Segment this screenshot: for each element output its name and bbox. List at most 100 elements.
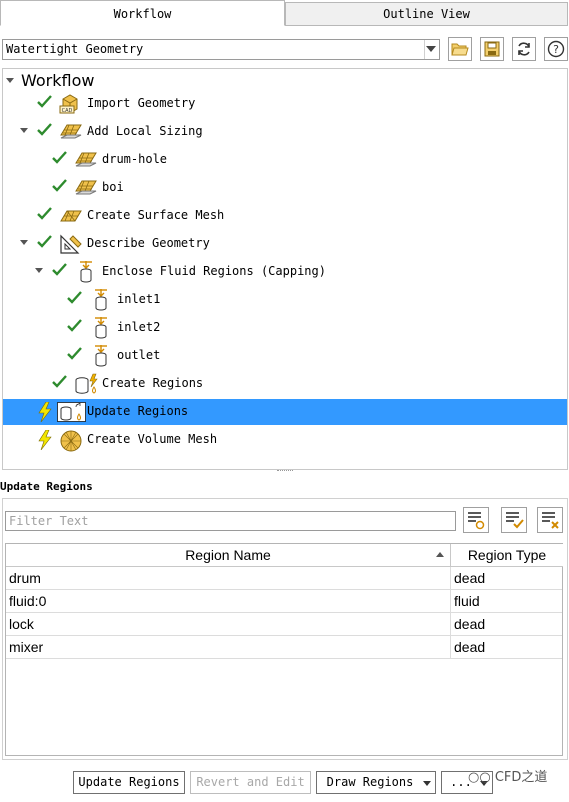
- filter-input[interactable]: Filter Text: [5, 511, 456, 531]
- watermark: ○○ CFD之道: [468, 766, 547, 785]
- tree-item-label: Create Surface Mesh: [87, 208, 225, 222]
- local-sizing-icon: [75, 152, 97, 167]
- workflow-type-value: Watertight Geometry: [6, 42, 144, 56]
- chevron-down-icon: [426, 46, 436, 52]
- sort-ascending-icon: [436, 552, 444, 557]
- local-sizing-icon: [75, 180, 97, 195]
- refresh-button[interactable]: [512, 37, 536, 61]
- tree-item-enclose-fluid-regions[interactable]: Enclose Fluid Regions (Capping): [3, 259, 567, 285]
- draw-regions-label: Draw Regions: [326, 775, 414, 789]
- refresh-icon: [518, 42, 530, 56]
- wechat-icon: ○○: [468, 770, 491, 785]
- filter-list-icon: [468, 512, 485, 530]
- lightning-icon: [38, 402, 52, 422]
- collapse-arrow-icon[interactable]: [20, 240, 28, 245]
- capping-icon: [95, 289, 107, 311]
- tree-item-label: Import Geometry: [87, 96, 196, 110]
- region-name-cell: lock: [6, 613, 451, 636]
- workflow-type-select[interactable]: Watertight Geometry: [2, 39, 440, 60]
- table-row[interactable]: mixer dead: [6, 636, 562, 659]
- column-header-label: Region Type: [467, 547, 547, 563]
- table-row[interactable]: drum dead: [6, 567, 562, 590]
- tree-item-label: inlet1: [117, 292, 161, 306]
- tree-item-label: Describe Geometry: [87, 236, 210, 250]
- tree-item-create-regions[interactable]: Create Regions: [3, 371, 567, 397]
- tree-item-update-regions[interactable]: Update Regions: [3, 399, 567, 425]
- checkmark-icon: [37, 95, 52, 108]
- chevron-down-icon: [423, 781, 431, 786]
- checkmark-icon: [37, 207, 52, 220]
- deselect-all-button[interactable]: [537, 507, 563, 533]
- checkmark-icon: [52, 263, 67, 276]
- panel-splitter[interactable]: [277, 470, 293, 472]
- tab-bar: Workflow Outline View: [0, 0, 569, 26]
- column-header-region-type[interactable]: Region Type: [451, 544, 563, 567]
- save-icon: [484, 41, 500, 57]
- help-icon: ?: [547, 40, 565, 58]
- open-folder-icon: [451, 43, 469, 56]
- tree-item-inlet2[interactable]: inlet2: [3, 315, 567, 341]
- region-name-cell: fluid:0: [6, 590, 451, 613]
- checkmark-icon: [52, 179, 67, 192]
- tree-item-label: Create Regions: [102, 376, 204, 390]
- region-type-cell[interactable]: dead: [451, 636, 562, 659]
- select-all-button[interactable]: [501, 507, 527, 533]
- surface-mesh-icon: [60, 210, 82, 222]
- tree-item-drum-hole[interactable]: drum-hole: [3, 147, 567, 173]
- revert-and-edit-button[interactable]: Revert and Edit: [190, 771, 311, 794]
- collapse-arrow-icon[interactable]: [35, 268, 43, 273]
- update-regions-icon: [57, 402, 86, 422]
- tree-item-label: drum-hole: [102, 152, 168, 166]
- open-folder-button[interactable]: [448, 37, 472, 61]
- checkmark-icon: [67, 347, 82, 360]
- tree-item-label: outlet: [117, 348, 161, 362]
- workflow-tree: Workflow CAD Import Geometry Add Local S…: [2, 68, 568, 470]
- tree-item-label: Add Local Sizing: [87, 124, 203, 138]
- filter-options-button[interactable]: [463, 507, 489, 533]
- list-clear-icon: [542, 512, 559, 529]
- tree-item-label: inlet2: [117, 320, 161, 334]
- svg-text:CAD: CAD: [62, 108, 73, 114]
- lightning-icon: [38, 430, 52, 450]
- region-type-cell[interactable]: dead: [451, 567, 562, 590]
- region-type-cell[interactable]: dead: [451, 613, 562, 636]
- tab-workflow[interactable]: Workflow: [0, 0, 285, 26]
- checkmark-icon: [37, 123, 52, 136]
- volume-mesh-icon: [60, 430, 82, 452]
- checkmark-icon: [52, 151, 67, 164]
- tree-item-inlet1[interactable]: inlet1: [3, 287, 567, 313]
- tree-item-describe-geometry[interactable]: Describe Geometry: [3, 231, 567, 257]
- local-sizing-icon: [60, 124, 82, 139]
- tree-item-outlet[interactable]: outlet: [3, 343, 567, 369]
- tree-item-import-geometry[interactable]: CAD Import Geometry: [3, 91, 567, 117]
- describe-geometry-icon: [60, 234, 82, 254]
- draw-regions-button[interactable]: Draw Regions: [316, 771, 436, 794]
- column-header-region-name[interactable]: Region Name: [6, 544, 451, 567]
- tree-item-label: Update Regions: [87, 404, 189, 418]
- tree-item-label: boi: [102, 180, 124, 194]
- list-check-icon: [506, 512, 524, 529]
- section-title: Update Regions: [0, 480, 93, 493]
- checkmark-icon: [37, 235, 52, 248]
- collapse-arrow-icon[interactable]: [6, 78, 14, 83]
- tree-item-label: Enclose Fluid Regions (Capping): [102, 264, 326, 278]
- help-button[interactable]: ?: [544, 37, 568, 61]
- capping-icon: [95, 317, 107, 339]
- tab-outline-view[interactable]: Outline View: [285, 2, 568, 26]
- table-row[interactable]: fluid:0 fluid: [6, 590, 562, 613]
- table-row[interactable]: lock dead: [6, 613, 562, 636]
- checkmark-icon: [52, 375, 67, 388]
- create-regions-icon: [75, 373, 98, 394]
- collapse-arrow-icon[interactable]: [20, 128, 28, 133]
- import-geometry-icon: CAD: [59, 94, 78, 114]
- column-header-label: Region Name: [185, 547, 271, 563]
- update-regions-button[interactable]: Update Regions: [73, 771, 185, 794]
- tree-item-create-volume-mesh[interactable]: Create Volume Mesh: [3, 427, 567, 453]
- tree-item-create-surface-mesh[interactable]: Create Surface Mesh: [3, 203, 567, 229]
- region-name-cell: mixer: [6, 636, 451, 659]
- region-type-cell[interactable]: fluid: [451, 590, 562, 613]
- tree-item-boi[interactable]: boi: [3, 175, 567, 201]
- save-button[interactable]: [480, 37, 504, 61]
- tree-root-label: Workflow: [21, 71, 95, 90]
- tree-item-add-local-sizing[interactable]: Add Local Sizing: [3, 119, 567, 145]
